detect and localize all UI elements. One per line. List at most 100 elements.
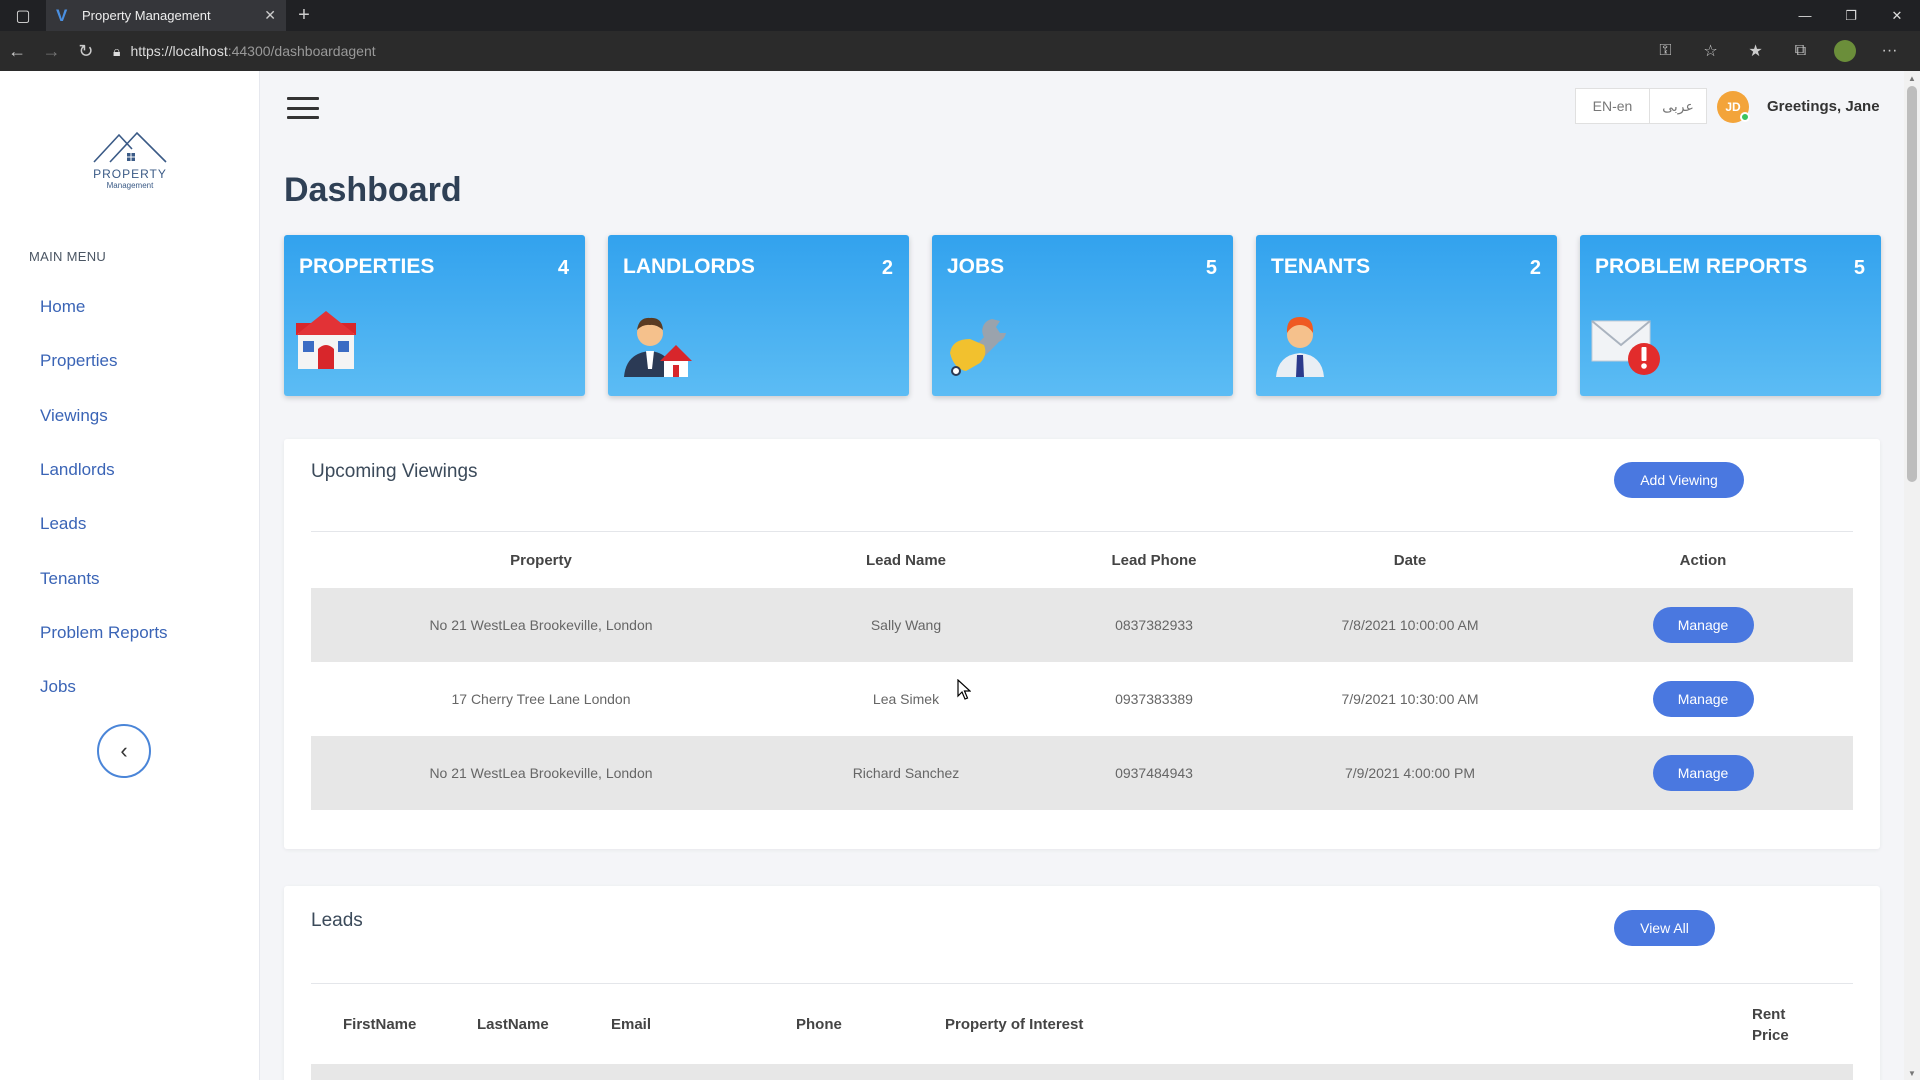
stat-label: TENANTS bbox=[1271, 255, 1371, 278]
profile-avatar[interactable] bbox=[1834, 40, 1856, 62]
reload-icon[interactable]: ↻ bbox=[69, 31, 103, 71]
new-tab-button[interactable]: + bbox=[286, 4, 322, 27]
cell-lead-name: Sally Wang bbox=[771, 588, 1041, 662]
column-header: LastName bbox=[477, 1016, 549, 1033]
hamburger-menu-icon[interactable] bbox=[287, 97, 319, 119]
cell-date: 7/8/2021 10:00:00 AM bbox=[1267, 588, 1553, 662]
window-menu-icon[interactable]: ▢ bbox=[0, 0, 46, 31]
stat-count: 4 bbox=[557, 257, 569, 279]
main-menu: Home Properties Viewings Landlords Leads… bbox=[40, 280, 168, 714]
page-scrollbar[interactable]: ▲ ▼ bbox=[1904, 71, 1920, 1080]
browser-tab[interactable]: V Property Management ✕ bbox=[46, 0, 286, 31]
sidebar-item-problem-reports[interactable]: Problem Reports bbox=[40, 606, 168, 660]
panel-title: Leads bbox=[311, 910, 363, 931]
scroll-down-icon[interactable]: ▼ bbox=[1904, 1066, 1920, 1080]
sidebar-item-leads[interactable]: Leads bbox=[40, 497, 168, 551]
sidebar-item-tenants[interactable]: Tenants bbox=[40, 551, 168, 605]
manage-button[interactable]: Manage bbox=[1652, 755, 1754, 791]
lang-ar-button[interactable]: عربى bbox=[1650, 89, 1706, 123]
url-path: :44300/dashboardagent bbox=[227, 43, 376, 59]
minimize-icon[interactable]: — bbox=[1782, 0, 1828, 31]
column-header: Phone bbox=[796, 1016, 842, 1033]
table-row: No 21 WestLea Brookeville, London Richar… bbox=[311, 736, 1853, 810]
cell-action: Manage bbox=[1553, 588, 1853, 662]
user-greeting[interactable]: Greetings, Jane bbox=[1767, 98, 1880, 115]
sidebar-item-jobs[interactable]: Jobs bbox=[40, 660, 168, 714]
cell-property: No 21 WestLea Brookeville, London bbox=[311, 588, 771, 662]
leads-panel: Leads View All FirstName LastName Email … bbox=[284, 886, 1880, 1080]
tab-close-icon[interactable]: ✕ bbox=[264, 7, 276, 24]
cell-lead-phone: 0937484943 bbox=[1041, 736, 1267, 810]
cell-lead-name: Lea Simek bbox=[872, 691, 940, 707]
collections-icon[interactable]: ⧉ bbox=[1778, 31, 1823, 71]
url-host: https://localhost bbox=[130, 43, 228, 59]
restore-icon[interactable]: ❐ bbox=[1828, 0, 1874, 31]
stat-card-properties[interactable]: PROPERTIES 4 bbox=[284, 235, 585, 396]
cell-date: 7/9/2021 4:00:00 PM bbox=[1267, 736, 1553, 810]
column-header: FirstName bbox=[343, 1016, 417, 1033]
landlord-icon bbox=[624, 317, 692, 377]
scrollbar-thumb[interactable] bbox=[1907, 86, 1917, 482]
leads-table-header: FirstName LastName Email Phone Property … bbox=[311, 984, 1853, 1064]
manage-button[interactable]: Manage bbox=[1652, 681, 1754, 717]
stat-card-tenants[interactable]: TENANTS 2 bbox=[1256, 235, 1557, 396]
more-icon[interactable]: ··· bbox=[1867, 31, 1912, 71]
view-all-leads-button[interactable]: View All bbox=[1614, 910, 1715, 946]
stat-count: 5 bbox=[1205, 257, 1217, 279]
sidebar-item-viewings[interactable]: Viewings bbox=[40, 389, 168, 443]
site-favicon-icon: V bbox=[56, 5, 68, 25]
sidebar-item-home[interactable]: Home bbox=[40, 280, 168, 334]
cell-action: Manage bbox=[1553, 662, 1853, 736]
wrench-icon bbox=[950, 319, 1006, 376]
forward-icon[interactable]: → bbox=[34, 31, 68, 71]
back-icon[interactable]: ← bbox=[0, 31, 34, 71]
page-title: Dashboard bbox=[284, 171, 462, 209]
user-avatar[interactable]: JD bbox=[1717, 91, 1750, 123]
key-icon[interactable]: ⚿ bbox=[1643, 31, 1688, 71]
stat-label: JOBS bbox=[947, 255, 1005, 278]
cell-lead-phone: 0837382933 bbox=[1041, 588, 1267, 662]
add-favorite-icon[interactable]: ☆ bbox=[1688, 31, 1733, 71]
cell-date: 7/9/2021 10:30:00 AM bbox=[1341, 691, 1479, 707]
cell-lead-name: Richard Sanchez bbox=[771, 736, 1041, 810]
manage-button[interactable]: Manage bbox=[1652, 607, 1754, 643]
cell-property: 17 Cherry Tree Lane London bbox=[451, 691, 631, 707]
stat-count: 2 bbox=[1529, 257, 1541, 279]
table-row: 17 Cherry Tree Lane London Lea Simek 093… bbox=[311, 662, 1853, 736]
stat-card-problem-reports[interactable]: PROBLEM REPORTS 5 bbox=[1580, 235, 1881, 396]
mail-alert-icon bbox=[1591, 320, 1660, 375]
viewings-table: Property Lead Name Lead Phone Date Actio… bbox=[311, 532, 1853, 810]
menu-title: MAIN MENU bbox=[29, 249, 107, 264]
stat-card-jobs[interactable]: JOBS 5 bbox=[932, 235, 1233, 396]
stat-count: 2 bbox=[881, 257, 893, 279]
add-viewing-button[interactable]: Add Viewing bbox=[1614, 462, 1744, 498]
column-header: Rent bbox=[1752, 1006, 1786, 1023]
scroll-up-icon[interactable]: ▲ bbox=[1904, 71, 1920, 85]
logo[interactable]: PROPERTY Management bbox=[88, 129, 172, 190]
table-row bbox=[311, 1064, 1853, 1080]
panel-title: Upcoming Viewings bbox=[311, 461, 478, 482]
url-field[interactable]: 🔒︎ https://localhost:44300/dashboardagen… bbox=[113, 43, 1643, 60]
language-switcher: EN-en عربى bbox=[1575, 88, 1707, 124]
sidebar-item-properties[interactable]: Properties bbox=[40, 334, 168, 388]
stat-card-landlords[interactable]: LANDLORDS 2 bbox=[608, 235, 909, 396]
collapse-sidebar-button[interactable]: ‹ bbox=[97, 724, 151, 778]
cell-property: No 21 WestLea Brookeville, London bbox=[311, 736, 771, 810]
column-header: Property of Interest bbox=[945, 1016, 1084, 1033]
house-icon bbox=[296, 311, 356, 369]
house-logo-icon bbox=[93, 131, 167, 163]
favorites-icon[interactable]: ★ bbox=[1733, 31, 1778, 71]
sidebar-item-landlords[interactable]: Landlords bbox=[40, 443, 168, 497]
column-header: Email bbox=[611, 1016, 652, 1033]
lang-en-button[interactable]: EN-en bbox=[1576, 89, 1650, 123]
column-header: Lead Name bbox=[865, 551, 947, 569]
cell-lead-phone: 0937383389 bbox=[1115, 691, 1193, 707]
upcoming-viewings-panel: Upcoming Viewings Add Viewing Property L… bbox=[284, 439, 1880, 849]
stat-label: LANDLORDS bbox=[623, 255, 755, 278]
stat-label: PROPERTIES bbox=[299, 255, 435, 278]
column-header: Action bbox=[1679, 551, 1727, 569]
top-bar: EN-en عربى JD Greetings, Jane bbox=[261, 71, 1904, 141]
column-header: Property bbox=[510, 551, 572, 569]
logo-text: PROPERTY bbox=[93, 167, 167, 181]
window-close-icon[interactable]: ✕ bbox=[1874, 0, 1920, 31]
